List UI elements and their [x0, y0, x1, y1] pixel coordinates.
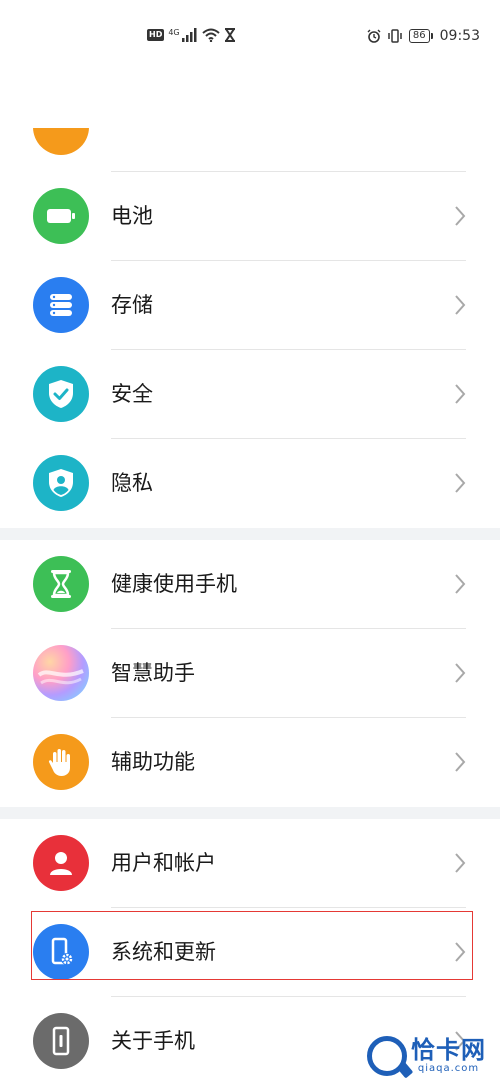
- hand-icon: [33, 734, 89, 790]
- hourglass-status-icon: [224, 28, 235, 42]
- clock: 09:53: [439, 28, 480, 44]
- settings-row-accessibility[interactable]: 辅助功能: [0, 718, 500, 807]
- battery-level: 86: [408, 29, 433, 43]
- settings-row-digital-balance[interactable]: 健康使用手机: [0, 540, 500, 629]
- settings-row-system-update[interactable]: 系统和更新: [0, 908, 500, 997]
- settings-row-partial[interactable]: [0, 83, 500, 172]
- status-right: 86 09:53: [367, 28, 480, 44]
- chevron-right-icon: [455, 663, 466, 683]
- hd-icon: HD: [147, 29, 165, 41]
- network-type: 4G: [168, 27, 180, 37]
- hourglass-icon: [33, 556, 89, 612]
- settings-row-label: 安全: [111, 382, 153, 406]
- chevron-right-icon: [455, 942, 466, 962]
- chevron-right-icon: [455, 853, 466, 873]
- chevron-right-icon: [455, 752, 466, 772]
- chevron-right-icon: [455, 574, 466, 594]
- alarm-icon: [367, 29, 381, 43]
- smart-assistant-icon: [33, 645, 89, 701]
- settings-row-label: 辅助功能: [111, 750, 195, 774]
- group-separator: [0, 807, 500, 819]
- user-icon: [33, 835, 89, 891]
- watermark-text: 恰卡网 qiaqa.com: [411, 1037, 486, 1075]
- status-left: HD 4G: [147, 28, 236, 42]
- settings-row-label: 隐私: [111, 471, 153, 495]
- status-bar: HD 4G 86 09:53: [0, 0, 500, 72]
- settings-row-label: 健康使用手机: [111, 572, 237, 596]
- privacy-icon: [33, 455, 89, 511]
- watermark-url: qiaqa.com: [417, 1063, 480, 1074]
- watermark-logo-icon: [367, 1036, 407, 1076]
- storage-icon: [33, 277, 89, 333]
- settings-row-label: 智慧助手: [111, 661, 195, 685]
- settings-row-label: 系统和更新: [111, 940, 216, 964]
- settings-row-smart-assistant[interactable]: 智慧助手: [0, 629, 500, 718]
- phone-info-icon: [33, 1013, 89, 1069]
- watermark-title: 恰卡网: [411, 1036, 486, 1064]
- chevron-right-icon: [455, 295, 466, 315]
- security-shield-icon: [33, 366, 89, 422]
- vibrate-icon: [388, 29, 402, 43]
- settings-row-users-accounts[interactable]: 用户和帐户: [0, 819, 500, 908]
- settings-row-security[interactable]: 安全: [0, 350, 500, 439]
- settings-row-label: 用户和帐户: [111, 851, 216, 875]
- battery-icon: [33, 188, 89, 244]
- settings-row-privacy[interactable]: 隐私: [0, 439, 500, 528]
- settings-row-label: 关于手机: [111, 1029, 195, 1053]
- chevron-right-icon: [455, 384, 466, 404]
- settings-row-storage[interactable]: 存储: [0, 261, 500, 350]
- wifi-icon: [201, 28, 220, 42]
- watermark: 恰卡网 qiaqa.com: [367, 1036, 486, 1076]
- chevron-right-icon: [455, 473, 466, 493]
- settings-row-label: 电池: [111, 204, 153, 228]
- signal-icon: [181, 28, 197, 42]
- group-separator: [0, 528, 500, 540]
- chevron-right-icon: [455, 206, 466, 226]
- settings-row-battery[interactable]: 电池: [0, 172, 500, 261]
- system-update-icon: [33, 924, 89, 980]
- settings-row-label: 存储: [111, 293, 153, 317]
